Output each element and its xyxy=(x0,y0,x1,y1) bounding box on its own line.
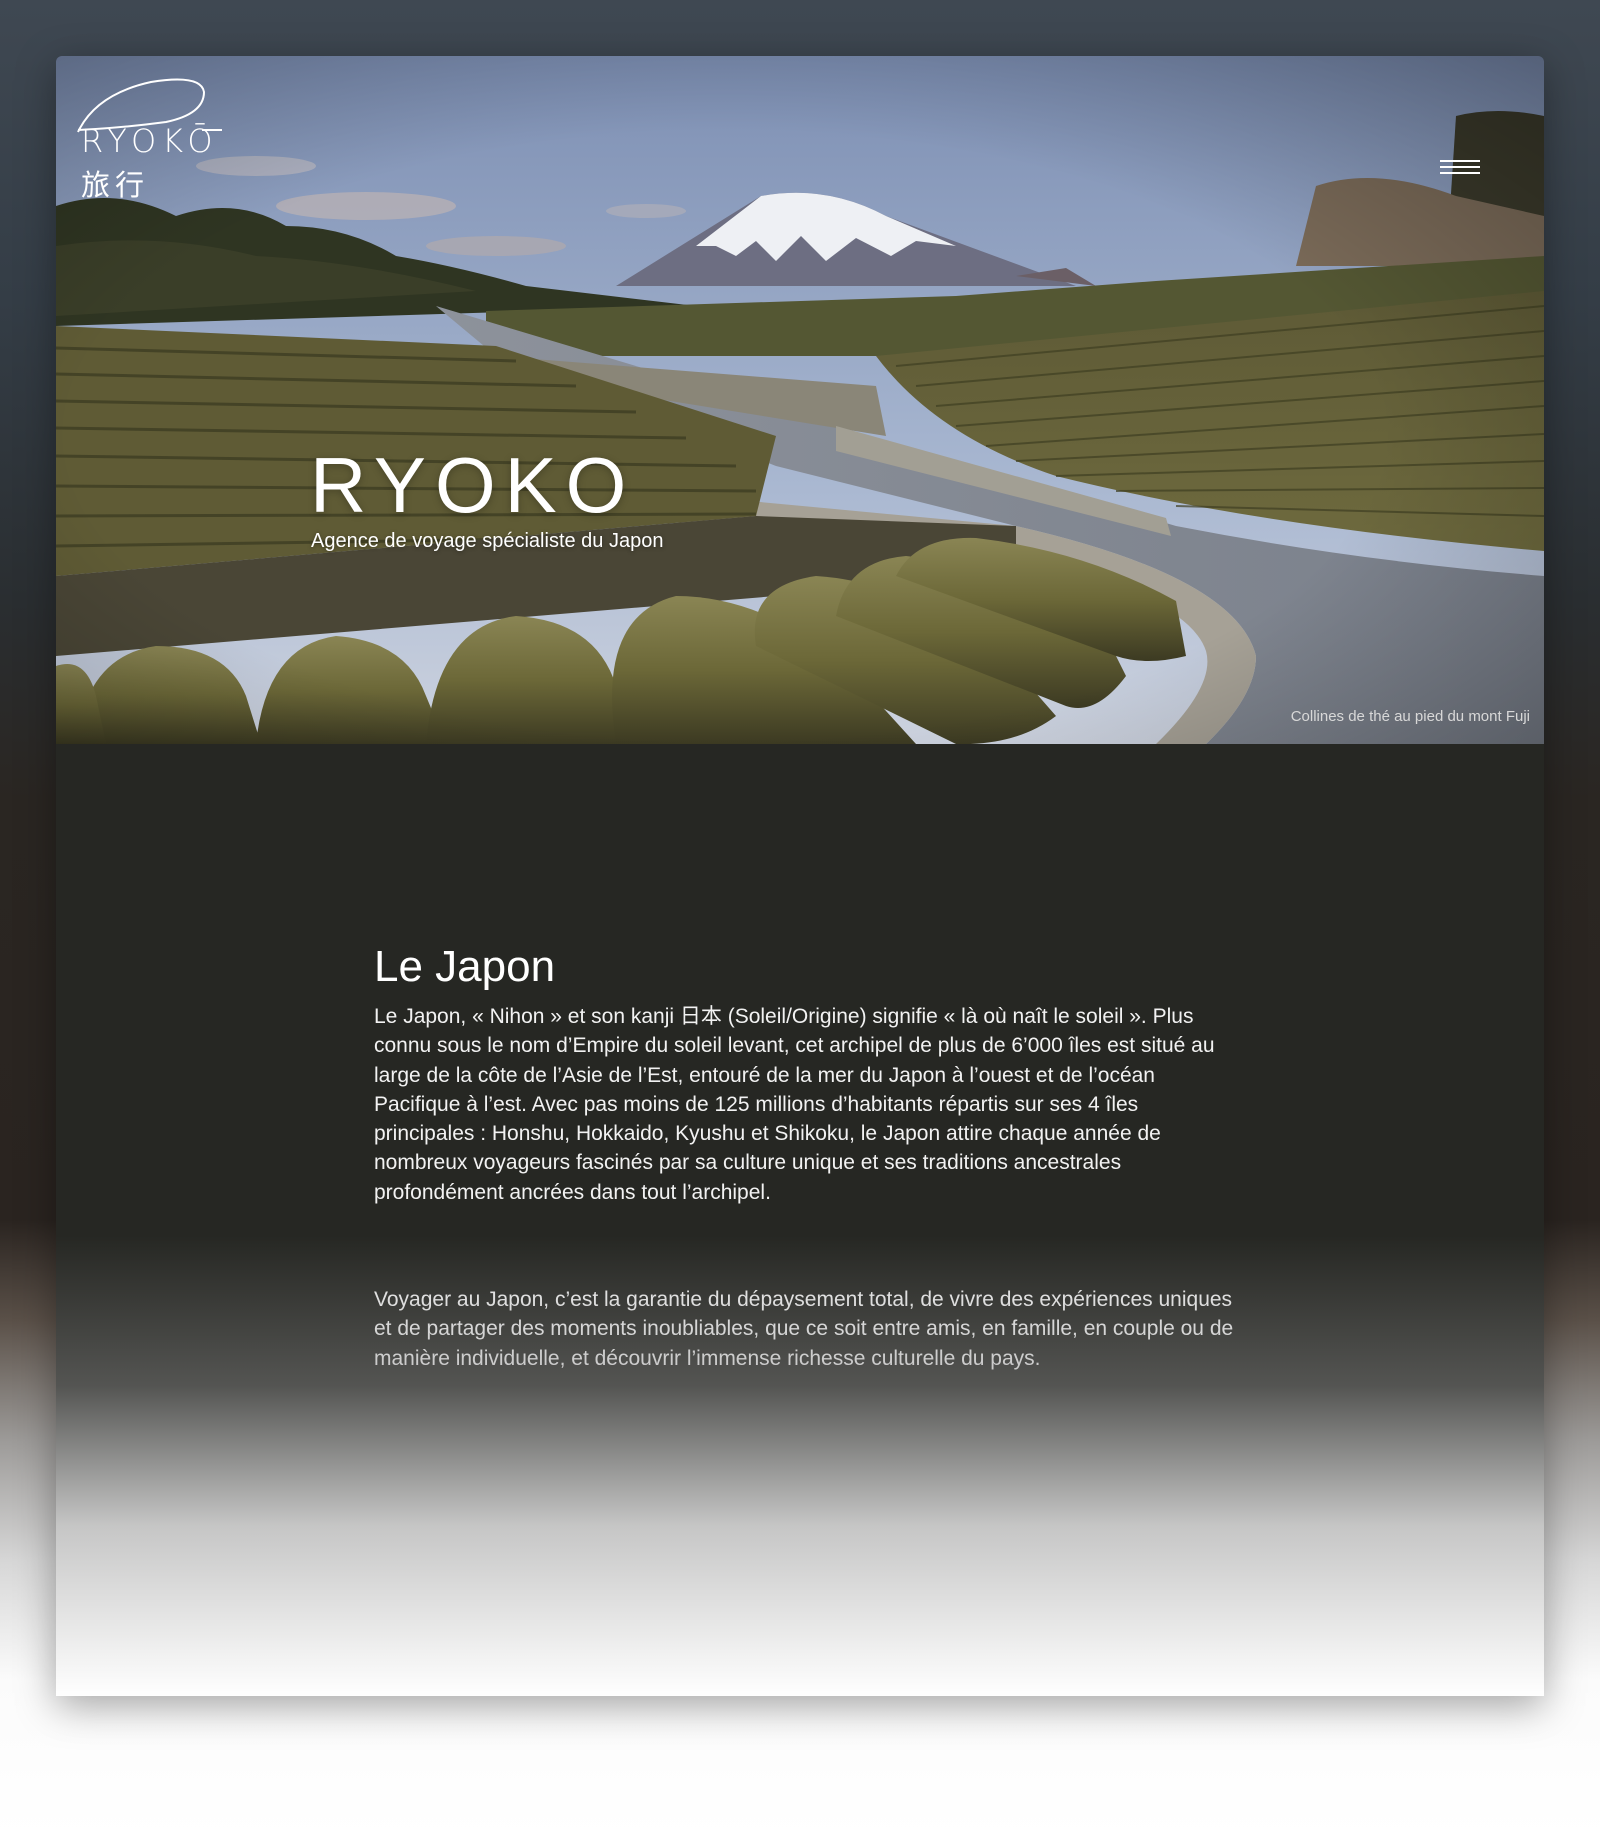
menu-line xyxy=(1440,160,1480,162)
hamburger-menu-icon[interactable] xyxy=(1440,160,1480,180)
menu-line xyxy=(1440,166,1480,168)
image-caption: Collines de thé au pied du mont Fuji xyxy=(1290,708,1530,725)
intro-section: Le Japon Le Japon, « Nihon » et son kanj… xyxy=(374,940,1234,1373)
logo-kanji: 旅行 xyxy=(81,168,150,202)
menu-line xyxy=(1440,172,1480,174)
hero-image xyxy=(56,56,1544,744)
hero-banner: RYOKŌ 旅行 RYOKO Agence de voyage spéciali… xyxy=(56,56,1544,744)
section-title: Le Japon xyxy=(374,942,556,991)
page-container: RYOKŌ 旅行 RYOKO Agence de voyage spéciali… xyxy=(56,56,1544,1696)
hero-title: RYOKO xyxy=(310,441,636,529)
logo-text: RYOKŌ xyxy=(81,122,219,160)
hero-subtitle: Agence de voyage spécialiste du Japon xyxy=(311,530,664,552)
section-paragraph: Voyager au Japon, c’est la garantie du d… xyxy=(374,1288,1234,1370)
section-paragraph: Le Japon, « Nihon » et son kanji 日本 (Sol… xyxy=(374,1005,1215,1204)
ryoko-logo[interactable]: RYOKŌ 旅行 xyxy=(76,72,236,202)
